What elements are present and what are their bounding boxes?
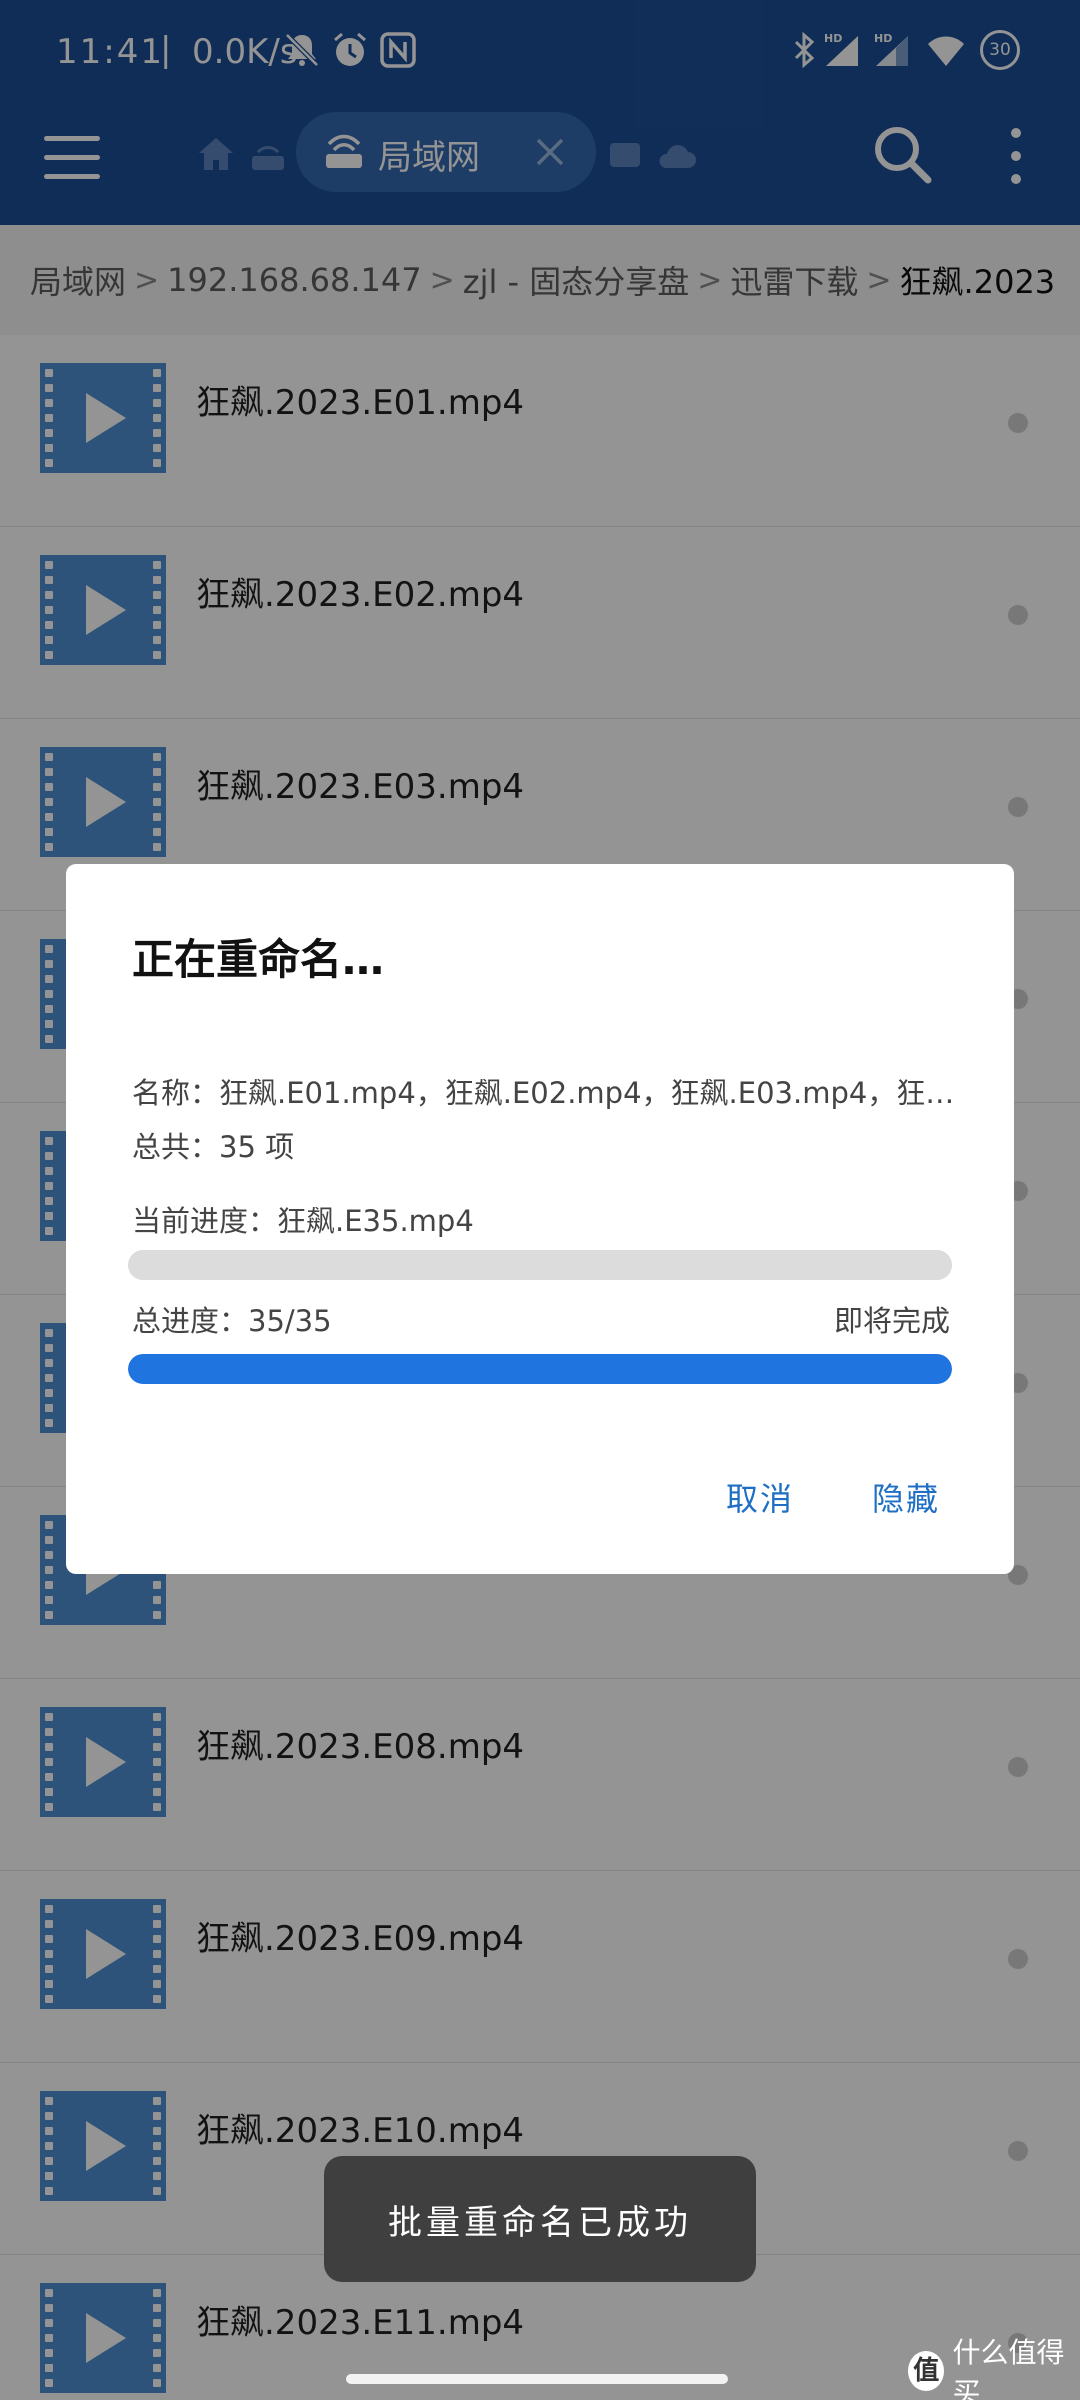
home-indicator[interactable] xyxy=(346,2374,728,2384)
overall-progress-fill xyxy=(128,1354,952,1384)
watermark: 值 什么值得买 xyxy=(908,2336,1080,2400)
current-progress-bar xyxy=(128,1250,952,1280)
watermark-text: 什么值得买 xyxy=(952,2336,1065,2400)
dialog-title: 正在重命名… xyxy=(132,935,385,984)
rename-progress-dialog: 正在重命名… 名称：狂飙.E01.mp4，狂飙.E02.mp4，狂飙.E03.m… xyxy=(66,864,1014,1574)
dialog-total-count: 总共：35 项 xyxy=(132,1130,295,1164)
cancel-button[interactable]: 取消 xyxy=(726,1474,794,1520)
dialog-names: 名称：狂飙.E01.mp4，狂飙.E02.mp4，狂飙.E03.mp4，狂… xyxy=(132,1076,955,1110)
toast-message: 批量重命名已成功 xyxy=(324,2156,756,2282)
dialog-current-file: 当前进度：狂飙.E35.mp4 xyxy=(132,1204,474,1238)
dialog-overall-progress: 总进度：35/35 xyxy=(132,1304,332,1338)
watermark-logo: 值 xyxy=(908,2351,945,2391)
screen: 11:41 | 0.0K/s HD HD 30 局域网 局域网 > 192.16… xyxy=(0,0,1080,2400)
hide-button[interactable]: 隐藏 xyxy=(872,1474,940,1520)
dialog-status: 即将完成 xyxy=(833,1304,950,1338)
overall-progress-bar xyxy=(128,1354,952,1384)
